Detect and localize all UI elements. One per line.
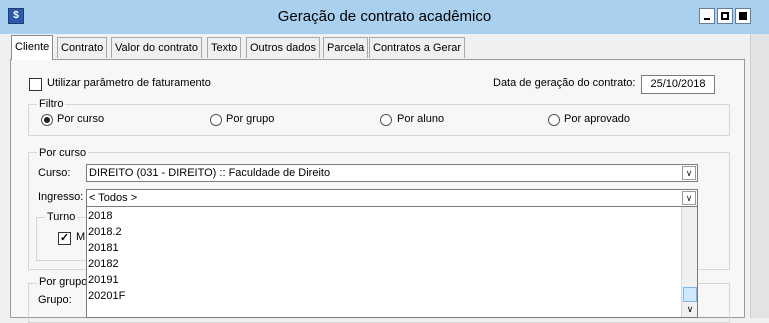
contract-date-label: Data de geração do contrato: — [493, 77, 636, 89]
filter-group-title: Filtro — [37, 98, 66, 110]
filter-por-aluno-radio[interactable] — [380, 114, 392, 126]
chevron-down-icon[interactable]: ∨ — [683, 303, 697, 316]
contract-date-field[interactable]: 25/10/2018 — [641, 75, 715, 94]
close-icon[interactable] — [735, 8, 751, 24]
ingresso-label: Ingresso: — [38, 191, 84, 203]
window-title: Geração de contrato acadêmico — [277, 8, 492, 25]
filter-por-aluno-label: Por aluno — [397, 113, 445, 125]
filter-por-curso-radio[interactable] — [41, 114, 53, 126]
list-item[interactable]: 20191 — [88, 272, 119, 288]
ingresso-select[interactable]: < Todos > ∨ — [86, 189, 698, 207]
ingresso-select-value: < Todos > — [89, 192, 138, 204]
turno-option-label: M — [76, 231, 86, 243]
curso-select-value: DIREITO (031 - DIREITO) :: Faculdade de … — [89, 167, 331, 179]
window-side-strip — [750, 34, 769, 318]
tab-cliente[interactable]: Cliente — [11, 35, 54, 60]
por-curso-group-title: Por curso — [37, 147, 89, 159]
use-billing-param-label: Utilizar parâmetro de faturamento — [47, 77, 211, 89]
turno-group-title: Turno — [45, 211, 78, 223]
filter-por-grupo-label: Por grupo — [226, 113, 275, 125]
scrollbar-thumb[interactable] — [683, 287, 697, 302]
grupo-label: Grupo: — [38, 294, 72, 306]
tab-texto[interactable]: Texto — [207, 37, 242, 58]
turno-checkbox[interactable]: ✓ — [58, 232, 71, 245]
chevron-down-icon[interactable]: ∨ — [682, 191, 696, 205]
tab-outros-dados[interactable]: Outros dados — [246, 37, 321, 58]
curso-label: Curso: — [38, 167, 71, 179]
filter-por-curso-label: Por curso — [57, 113, 105, 125]
curso-select[interactable]: DIREITO (031 - DIREITO) :: Faculdade de … — [86, 164, 698, 182]
maximize-icon[interactable] — [717, 8, 733, 24]
list-item[interactable]: 2018.2 — [88, 224, 122, 240]
ingresso-dropdown-list[interactable]: 2018 2018.2 20181 20182 20191 20201F ∨ — [86, 206, 698, 318]
tab-contratos-a-gerar[interactable]: Contratos a Gerar — [369, 37, 466, 58]
list-item[interactable]: 20182 — [88, 256, 119, 272]
tab-contrato[interactable]: Contrato — [57, 37, 108, 58]
filter-por-grupo-radio[interactable] — [210, 114, 222, 126]
use-billing-param-checkbox[interactable] — [29, 78, 42, 91]
minimize-icon[interactable] — [699, 8, 715, 24]
filter-por-aprovado-radio[interactable] — [548, 114, 560, 126]
dropdown-scrollbar[interactable]: ∨ — [681, 207, 697, 317]
list-item[interactable]: 2018 — [88, 208, 112, 224]
tab-parcela[interactable]: Parcela — [323, 37, 369, 58]
por-grupo-group-title: Por grupo — [37, 276, 90, 288]
filter-por-aprovado-label: Por aprovado — [564, 113, 631, 125]
list-item[interactable]: 20181 — [88, 240, 119, 256]
list-item[interactable]: 20201F — [88, 288, 125, 304]
chevron-down-icon[interactable]: ∨ — [682, 166, 696, 180]
tab-valor-do-contrato[interactable]: Valor do contrato — [111, 37, 202, 58]
